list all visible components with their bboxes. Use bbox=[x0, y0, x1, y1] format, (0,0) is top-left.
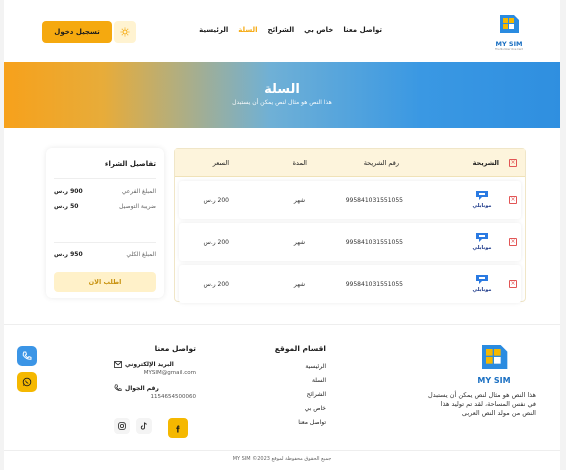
phone-icon bbox=[114, 384, 122, 391]
sim-duration: شهر bbox=[293, 239, 305, 246]
footer-link-my-account[interactable]: خاص بي bbox=[254, 405, 326, 412]
sim-duration: شهر bbox=[293, 281, 305, 288]
summary-title: تفاصيل الشراء bbox=[104, 160, 156, 168]
instagram-icon[interactable] bbox=[114, 418, 130, 434]
logo[interactable]: MY SIM The Number One Card bbox=[494, 13, 524, 51]
order-now-button[interactable]: اطلب الان bbox=[54, 272, 156, 292]
header: تسجيل دخول الرئيسية السلة الشرائح خاص بي… bbox=[4, 0, 560, 62]
delivery-value: 50 ر.س bbox=[54, 202, 79, 210]
page: تسجيل دخول الرئيسية السلة الشرائح خاص بي… bbox=[4, 0, 560, 470]
brand-name: موبايلي bbox=[472, 287, 492, 293]
sim-price: 200 ر.س bbox=[203, 239, 230, 246]
header-duration: المدة bbox=[292, 159, 307, 167]
mobily-logo-icon bbox=[476, 191, 488, 200]
footer-logo: MY SIM bbox=[474, 342, 514, 385]
subtotal-label: المبلغ الفرعي bbox=[121, 187, 156, 195]
call-button[interactable] bbox=[17, 346, 37, 366]
sim-logo-icon bbox=[482, 345, 508, 369]
subtotal-row: 900 ر.س المبلغ الفرعي bbox=[54, 186, 156, 196]
nav-item-sims[interactable]: الشرائح bbox=[268, 26, 295, 34]
email-label: البريد الإلكتروني bbox=[125, 361, 174, 368]
facebook-icon[interactable] bbox=[168, 418, 188, 438]
mobily-logo-icon bbox=[476, 233, 488, 242]
main-nav: الرئيسية السلة الشرائح خاص بي تواصل معنا bbox=[199, 26, 382, 34]
footer-link-cart[interactable]: السلة bbox=[254, 377, 326, 384]
email-value[interactable]: MYSIM@gmail.com bbox=[114, 370, 196, 376]
copyright: جميع الحقوق محفوظة لموقع 2023© MY SIM bbox=[4, 450, 560, 462]
contact-phone: رقم الجوال 1154654500060 bbox=[114, 384, 196, 400]
mobily-logo: موبايلي bbox=[469, 229, 495, 255]
page-title: السلة bbox=[264, 82, 300, 97]
remove-icon[interactable]: × bbox=[509, 238, 517, 246]
footer-about: MY SIM هذا النص هو مثال لنص يمكن أن يستب… bbox=[426, 342, 536, 418]
sim-number: 995841031551055 bbox=[345, 239, 403, 246]
remove-icon[interactable]: × bbox=[509, 196, 517, 204]
footer-contact-title: تواصل معنا bbox=[154, 344, 196, 353]
social-links bbox=[114, 418, 188, 438]
contact-email: البريد الإلكتروني MYSIM@gmail.com bbox=[114, 361, 196, 376]
sim-duration: شهر bbox=[293, 197, 305, 204]
sim-price: 200 ر.س bbox=[203, 197, 230, 204]
sim-price: 200 ر.س bbox=[203, 281, 230, 288]
cart-table: × الشريحة رقم الشريحة المدة السعر × موبا… bbox=[174, 148, 526, 303]
sun-icon bbox=[120, 27, 130, 37]
mobily-logo: موبايلي bbox=[469, 271, 495, 297]
phone-value[interactable]: 1154654500060 bbox=[114, 394, 197, 400]
header-number: رقم الشريحة bbox=[363, 159, 399, 167]
header-price: السعر bbox=[212, 159, 229, 167]
total-row: 950 ر.س المبلغ الكلي bbox=[54, 249, 156, 259]
login-button[interactable]: تسجيل دخول bbox=[42, 21, 112, 43]
theme-toggle-button[interactable] bbox=[114, 21, 136, 43]
logo-subtitle: The Number One Card bbox=[494, 48, 523, 51]
brand-name: موبايلي bbox=[472, 203, 492, 209]
sim-logo-icon bbox=[500, 15, 519, 33]
delivery-label: ضريبة التوصيل bbox=[119, 202, 156, 210]
total-label: المبلغ الكلي bbox=[126, 250, 156, 258]
footer-link-contact[interactable]: تواصل معنا bbox=[254, 419, 326, 426]
divider bbox=[54, 242, 156, 243]
whatsapp-button[interactable] bbox=[17, 372, 37, 392]
phone-label: رقم الجوال bbox=[125, 384, 159, 392]
nav-item-home[interactable]: الرئيسية bbox=[199, 26, 228, 34]
page-subtitle: هذا النص هو مثال لنص يمكن أن يستبدل bbox=[232, 99, 332, 106]
footer-links-title: اقسام الموقع bbox=[274, 344, 326, 353]
mobily-logo-icon bbox=[476, 275, 488, 284]
brand-name: موبايلي bbox=[472, 245, 492, 251]
phone-icon bbox=[22, 351, 32, 360]
purchase-summary: تفاصيل الشراء 900 ر.س المبلغ الفرعي 50 ر… bbox=[46, 148, 164, 298]
subtotal-value: 900 ر.س bbox=[54, 187, 83, 195]
sim-number: 995841031551055 bbox=[345, 197, 403, 204]
table-row: × موبايلي 995841031551055 شهر 200 ر.س bbox=[179, 265, 521, 303]
footer-contact: تواصل معنا البريد الإلكتروني MYSIM@gmail… bbox=[114, 344, 196, 400]
remove-icon[interactable]: × bbox=[509, 280, 517, 288]
nav-item-my-account[interactable]: خاص بي bbox=[304, 26, 333, 34]
nav-item-cart[interactable]: السلة bbox=[238, 26, 257, 34]
whatsapp-icon bbox=[22, 377, 32, 387]
table-row: × موبايلي 995841031551055 شهر 200 ر.س bbox=[179, 223, 521, 261]
page-banner: السلة هذا النص هو مثال لنص يمكن أن يستبد… bbox=[4, 62, 560, 128]
logo-text: MY SIM bbox=[495, 40, 523, 48]
footer-about-text: هذا النص هو مثال لنص يمكن أن يستبدل في ن… bbox=[427, 391, 536, 417]
sim-number: 995841031551055 bbox=[345, 281, 403, 288]
header-sim: الشريحة bbox=[472, 159, 499, 167]
total-value: 950 ر.س bbox=[54, 250, 83, 258]
table-row: × موبايلي 995841031551055 شهر 200 ر.س bbox=[179, 181, 521, 219]
mail-icon bbox=[114, 361, 122, 368]
divider bbox=[54, 178, 156, 179]
clear-all-icon[interactable]: × bbox=[509, 159, 517, 167]
delivery-row: 50 ر.س ضريبة التوصيل bbox=[54, 201, 156, 211]
footer-logo-text: MY SIM bbox=[477, 376, 511, 385]
footer-links: اقسام الموقع الرئيسية السلة الشرائح خاص … bbox=[254, 344, 326, 433]
mobily-logo: موبايلي bbox=[469, 187, 495, 213]
nav-item-contact[interactable]: تواصل معنا bbox=[343, 26, 382, 34]
footer-link-sims[interactable]: الشرائح bbox=[254, 391, 326, 398]
table-header: × الشريحة رقم الشريحة المدة السعر bbox=[175, 149, 525, 177]
tiktok-icon[interactable] bbox=[136, 418, 152, 434]
footer-link-home[interactable]: الرئيسية bbox=[254, 363, 326, 370]
divider bbox=[4, 324, 560, 325]
